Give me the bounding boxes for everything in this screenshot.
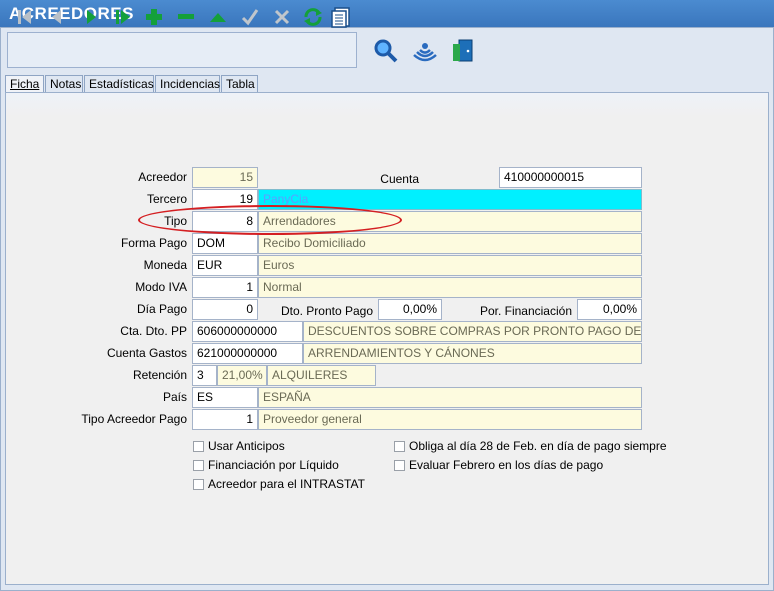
- forma-pago-label: Forma Pago: [120, 236, 187, 250]
- tercero-field[interactable]: 19: [192, 189, 258, 210]
- usar-anticipos-label: Usar Anticipos: [208, 439, 285, 453]
- usar-anticipos-checkbox[interactable]: Usar Anticipos: [193, 438, 285, 454]
- cuenta-gastos-field[interactable]: 621000000000: [192, 343, 303, 364]
- retencion-label: Retención: [132, 368, 187, 382]
- tab-estadisticas[interactable]: Estadísticas: [84, 75, 154, 92]
- last-record-button[interactable]: [107, 0, 139, 34]
- prev-icon: [52, 10, 61, 24]
- acreedor-label: Acreedor: [138, 170, 187, 184]
- wifi-icon: [413, 43, 437, 62]
- tercero-label: Tercero: [146, 192, 187, 206]
- dia-pago-label: Día Pago: [136, 302, 187, 316]
- intrastat-label: Acreedor para el INTRASTAT: [208, 477, 365, 491]
- obliga-28-checkbox[interactable]: Obliga al día 28 de Feb. en día de pago …: [394, 438, 667, 454]
- pais-description: ESPAÑA: [258, 387, 642, 408]
- pais-label: País: [162, 390, 187, 404]
- list-icon: [331, 7, 350, 28]
- checkbox-box: [394, 441, 405, 452]
- delete-record-button[interactable]: [170, 0, 202, 34]
- tab-tabla[interactable]: Tabla: [221, 75, 258, 92]
- intrastat-checkbox[interactable]: Acreedor para el INTRASTAT: [193, 476, 365, 492]
- next-icon: [87, 10, 96, 24]
- tercero-description: PanyCia: [258, 189, 642, 210]
- confirm-icon: [241, 9, 259, 26]
- por-financiacion-label: Por. Financiación: [479, 304, 572, 318]
- add-icon: [146, 9, 162, 25]
- connection-button[interactable]: [408, 33, 442, 69]
- financiacion-liquido-label: Financiación por Líquido: [208, 458, 339, 472]
- first-icon: [18, 10, 31, 24]
- tipo-acreedor-pago-description: Proveedor general: [258, 409, 642, 430]
- last-icon: [116, 10, 130, 24]
- cuenta-gastos-description: ARRENDAMIENTOS Y CÁNONES: [303, 343, 642, 364]
- exit-button[interactable]: [446, 33, 480, 69]
- delete-icon: [178, 14, 194, 19]
- checkbox-box: [193, 460, 204, 471]
- first-record-button[interactable]: [9, 0, 41, 34]
- retencion-description: ALQUILERES: [267, 365, 376, 386]
- cancel-icon: [274, 9, 290, 25]
- checkbox-box: [193, 441, 204, 452]
- dto-pronto-pago-label: Dto. Pronto Pago: [280, 304, 373, 318]
- dia-pago-field[interactable]: 0: [192, 299, 258, 320]
- tipo-description: Arrendadores: [258, 211, 642, 232]
- tipo-acreedor-pago-field[interactable]: 1: [192, 409, 258, 430]
- evaluar-febrero-label: Evaluar Febrero en los días de pago: [409, 458, 604, 472]
- cuenta-label: Cuenta: [380, 172, 419, 186]
- forma-pago-description: Recibo Domiciliado: [258, 233, 642, 254]
- evaluar-febrero-checkbox[interactable]: Evaluar Febrero en los días de pago: [394, 457, 603, 473]
- list-view-button[interactable]: [325, 0, 357, 34]
- tab-incidencias[interactable]: Incidencias: [155, 75, 220, 92]
- retencion-percent: 21,00%: [217, 365, 267, 386]
- dto-pronto-pago-field[interactable]: 0,00%: [378, 299, 442, 320]
- cta-dto-pp-field[interactable]: 606000000000: [192, 321, 303, 342]
- obliga-28-label: Obliga al día 28 de Feb. en día de pago …: [409, 439, 667, 453]
- acreedor-field[interactable]: 15: [192, 167, 258, 188]
- search-icon: [374, 39, 398, 63]
- modo-iva-description: Normal: [258, 277, 642, 298]
- forma-pago-field[interactable]: DOM: [192, 233, 258, 254]
- navigation-toolbar: [7, 32, 357, 68]
- cuenta-gastos-label: Cuenta Gastos: [106, 346, 187, 360]
- next-record-button[interactable]: [75, 0, 107, 34]
- checkbox-box: [193, 479, 204, 490]
- move-up-button[interactable]: [202, 0, 234, 34]
- cancel-button[interactable]: [266, 0, 298, 34]
- moneda-label: Moneda: [143, 258, 187, 272]
- panel-header-gradient: [6, 93, 768, 117]
- tab-ficha[interactable]: Ficha: [5, 75, 44, 93]
- cta-dto-pp-description: DESCUENTOS SOBRE COMPRAS POR PRONTO PAGO…: [303, 321, 642, 342]
- up-icon: [210, 13, 226, 22]
- tipo-label: Tipo: [164, 214, 187, 228]
- moneda-field[interactable]: EUR: [192, 255, 258, 276]
- cta-dto-pp-label: Cta. Dto. PP: [120, 324, 187, 338]
- financiacion-liquido-checkbox[interactable]: Financiación por Líquido: [193, 457, 339, 473]
- retencion-field[interactable]: 3: [192, 365, 217, 386]
- modo-iva-label: Modo IVA: [135, 280, 187, 294]
- search-button[interactable]: [369, 33, 403, 69]
- tipo-acreedor-pago-label: Tipo Acreedor Pago: [81, 412, 187, 426]
- cuenta-field[interactable]: 410000000015: [499, 167, 642, 188]
- refresh-icon: [304, 8, 322, 26]
- tipo-field[interactable]: 8: [192, 211, 258, 232]
- tab-notas[interactable]: Notas: [45, 75, 83, 92]
- exit-door-icon: [453, 39, 473, 62]
- confirm-button[interactable]: [234, 0, 266, 34]
- modo-iva-field[interactable]: 1: [192, 277, 258, 298]
- prev-record-button[interactable]: [41, 0, 73, 34]
- moneda-description: Euros: [258, 255, 642, 276]
- add-record-button[interactable]: [138, 0, 170, 34]
- checkbox-box: [394, 460, 405, 471]
- pais-field[interactable]: ES: [192, 387, 258, 408]
- por-financiacion-field[interactable]: 0,00%: [577, 299, 642, 320]
